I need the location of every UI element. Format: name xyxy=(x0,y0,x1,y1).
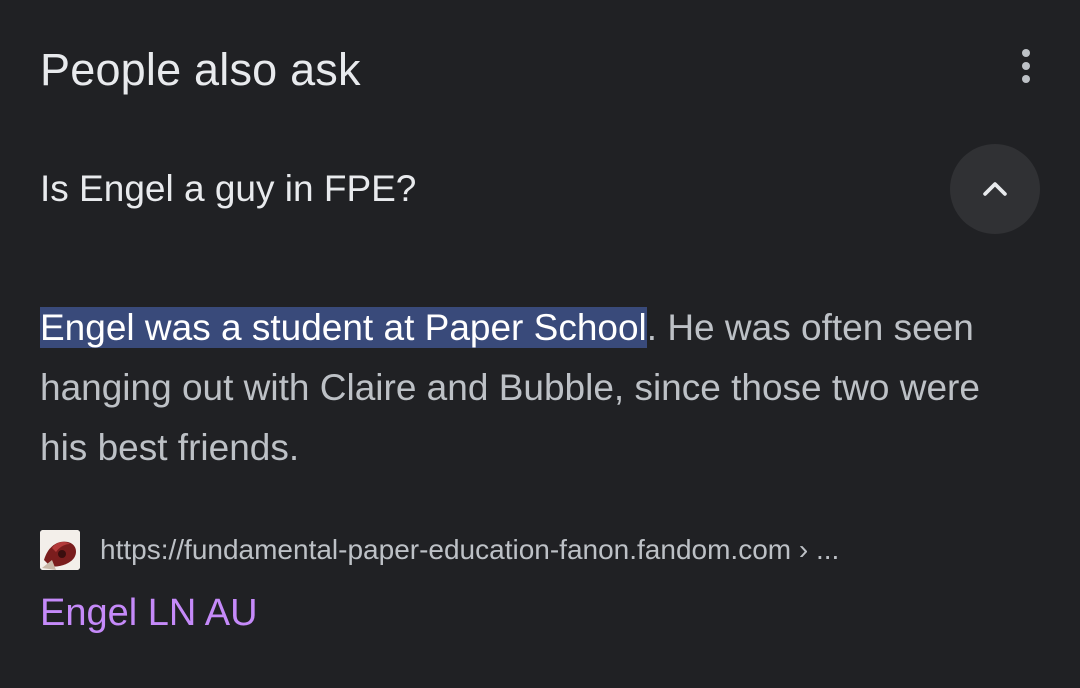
source-link[interactable]: https://fundamental-paper-education-fano… xyxy=(40,528,839,572)
collapse-button[interactable] xyxy=(950,144,1040,234)
more-vert-icon xyxy=(1022,49,1030,57)
answer-snippet: Engel was a student at Paper School. He … xyxy=(40,298,1030,478)
question-row[interactable]: Is Engel a guy in FPE? xyxy=(40,144,1040,234)
answer-highlight: Engel was a student at Paper School xyxy=(40,307,647,348)
more-vert-icon-dot xyxy=(1022,75,1030,83)
question-text: Is Engel a guy in FPE? xyxy=(40,168,417,209)
result-title-link[interactable]: Engel LN AU xyxy=(40,588,258,638)
source-breadcrumb: › ... xyxy=(791,534,840,565)
section-title: People also ask xyxy=(40,44,361,95)
more-vert-icon-dot xyxy=(1022,62,1030,70)
chevron-up-icon xyxy=(983,182,1007,196)
source-url: https://fundamental-paper-education-fano… xyxy=(100,534,792,565)
more-options-button[interactable] xyxy=(1004,44,1048,88)
site-favicon-icon xyxy=(40,530,80,570)
